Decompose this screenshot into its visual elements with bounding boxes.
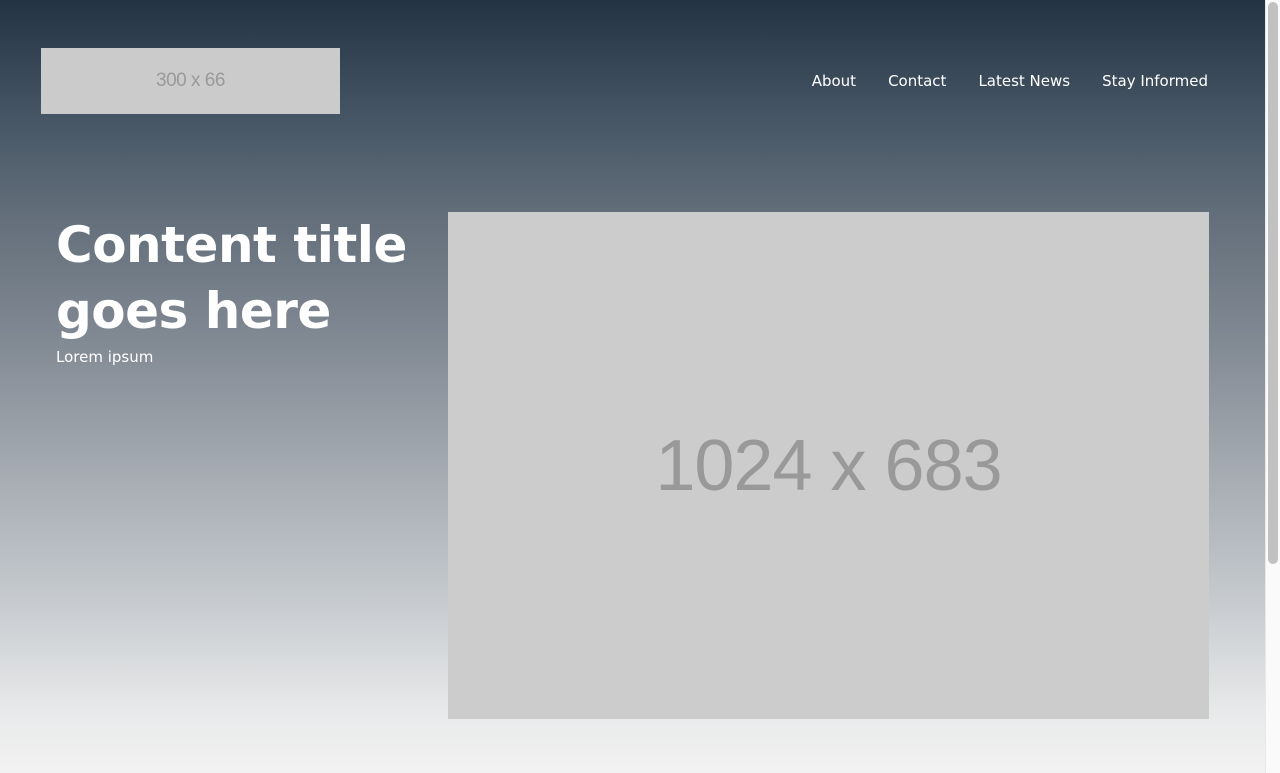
content-subtitle: Lorem ipsum [56, 348, 154, 366]
hero-section: 300 x 66 About Contact Latest News Stay … [0, 0, 1265, 773]
content-title: Content title goes here [56, 216, 407, 340]
nav-link-about[interactable]: About [812, 70, 856, 92]
scrollbar-thumb[interactable] [1268, 2, 1278, 564]
page: 300 x 66 About Contact Latest News Stay … [0, 0, 1280, 773]
logo-placeholder[interactable]: 300 x 66 [41, 48, 340, 114]
nav-link-contact[interactable]: Contact [888, 70, 946, 92]
nav-link-latest-news[interactable]: Latest News [978, 70, 1070, 92]
main-nav: About Contact Latest News Stay Informed [812, 70, 1208, 92]
hero-content: Content title goes here Lorem ipsum [56, 212, 416, 368]
hero-image-placeholder: 1024 x 683 [448, 212, 1209, 719]
logo-placeholder-text: 300 x 66 [156, 70, 225, 91]
hero-image-placeholder-text: 1024 x 683 [655, 425, 1002, 506]
nav-link-stay-informed[interactable]: Stay Informed [1102, 70, 1208, 92]
